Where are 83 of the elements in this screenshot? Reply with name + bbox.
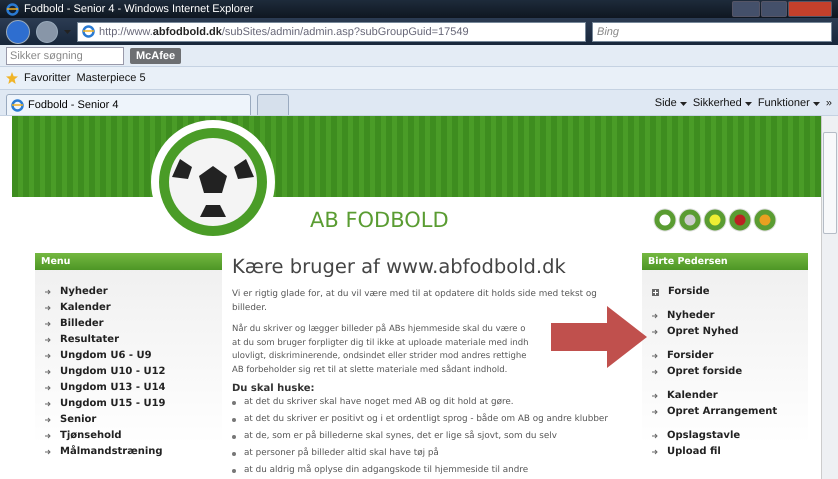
sport-icon[interactable] xyxy=(678,208,702,232)
arrow-icon xyxy=(45,385,51,391)
panel-link[interactable]: Forside xyxy=(652,284,808,300)
browser-icon xyxy=(11,98,24,112)
arrow-icon xyxy=(652,329,658,335)
menu-link[interactable]: Ungdom U6 - U9 xyxy=(45,348,222,364)
sport-icon[interactable] xyxy=(653,208,677,232)
mcafee-button[interactable]: McAfee xyxy=(130,48,182,64)
bullet-item: at det du skriver skal have noget med AB og dit hold at gøre. xyxy=(232,394,632,411)
browser-tab[interactable]: Fodbold - Senior 4 xyxy=(6,94,251,115)
arrow-icon xyxy=(652,353,658,359)
window-title: Fodbold - Senior 4 - Windows Internet Explorer xyxy=(24,3,254,15)
panel-link[interactable]: Opret forside xyxy=(652,364,808,380)
panel-link[interactable]: Opslagstavle xyxy=(652,428,808,444)
sport-icon[interactable] xyxy=(753,208,777,232)
paragraph-line: AB forbeholder sig ret til at slette materiale med sådant indhold. xyxy=(232,364,508,376)
arrow-icon xyxy=(45,289,51,295)
menu-header: Menu xyxy=(35,253,222,270)
arrow-icon xyxy=(652,449,658,455)
arrow-icon xyxy=(45,433,51,439)
bullet-item: at de, som er på billederne skal synes, det er lige så sjovt, som du selv xyxy=(232,428,632,445)
arrow-icon xyxy=(652,409,658,415)
arrow-icon xyxy=(652,393,658,399)
menu-link[interactable]: Senior xyxy=(45,412,222,428)
search-field[interactable]: Sikker søgning xyxy=(6,46,124,64)
arrow-icon xyxy=(45,401,51,407)
menu-link[interactable]: Kalender xyxy=(45,300,222,316)
panel-link[interactable]: Upload fil xyxy=(652,444,808,460)
intro-paragraph: Vi er rigtig glade for, at du vil være med til at opdatere dit holds side med tekst og billeder. xyxy=(232,288,598,314)
panel-link[interactable]: Opret Arrangement xyxy=(652,404,808,420)
panel-header: Birte Pedersen xyxy=(642,253,808,270)
bullet-item: at personer på billeder altid skal have tøj på xyxy=(232,445,632,462)
scrollbar[interactable] xyxy=(821,116,838,479)
panel-link[interactable]: Forsider xyxy=(652,348,808,364)
forward-button[interactable] xyxy=(36,20,58,42)
caret-icon[interactable] xyxy=(680,102,687,106)
arrow-icon xyxy=(45,417,51,423)
command-menu[interactable]: Funktioner xyxy=(758,96,820,108)
arrow-icon xyxy=(45,305,51,311)
menu-link[interactable]: Ungdom U13 - U14 xyxy=(45,380,222,396)
arrow-icon xyxy=(45,337,51,343)
caret-icon[interactable] xyxy=(812,102,820,106)
browser-icon xyxy=(6,2,19,16)
panel-link[interactable]: Nyheder xyxy=(652,308,808,324)
more-button[interactable]: » xyxy=(826,96,832,108)
caret-icon[interactable] xyxy=(744,102,752,106)
plus-icon xyxy=(652,288,659,296)
browser-icon xyxy=(82,25,95,38)
menu-link[interactable]: Nyheder xyxy=(45,284,222,300)
paragraph-line: ulovligt, diskriminerende, ondsindet eller strider mod andres rettighe xyxy=(232,350,528,363)
star-icon xyxy=(6,72,18,84)
back-button[interactable] xyxy=(6,20,30,44)
menu-link[interactable]: Ungdom U15 - U19 xyxy=(45,396,222,412)
arrow-icon xyxy=(45,321,51,327)
sport-icon[interactable] xyxy=(703,208,727,232)
favorites-link[interactable]: Masterpiece 5 xyxy=(76,72,146,84)
bullet-item: at det du skriver er positivt og i et ordentligt sprog - både om AB og andre klubber xyxy=(232,411,632,428)
menu-link[interactable]: Billeder xyxy=(45,316,222,332)
arrow-icon xyxy=(652,369,658,375)
favorites-link[interactable]: Favoritter xyxy=(24,72,70,84)
paragraph-line: at du som bruger forpligter dig til ikke at uploade materiale med indh xyxy=(232,336,530,350)
arrow-icon xyxy=(45,369,51,375)
menu-link[interactable]: Resultater xyxy=(45,332,222,348)
arrow-icon xyxy=(45,353,51,359)
menu-link[interactable]: Målmandstræning xyxy=(45,444,222,460)
arrow-icon xyxy=(45,449,51,455)
sport-icon[interactable] xyxy=(728,208,752,232)
browser-tab[interactable] xyxy=(257,94,289,115)
site-title: AB FODBOLD xyxy=(310,208,450,232)
page-heading: Kære bruger af www.abfodbold.dk xyxy=(232,255,567,278)
arrow-icon xyxy=(652,433,658,439)
bullet-item: at du aldrig må oplyse din adgangskode til hjemmeside til andre xyxy=(232,462,632,479)
command-menu[interactable]: Side xyxy=(654,96,687,108)
address-field[interactable]: http://www.abfodbold.dk/subSites/admin/admin.asp?subGroupGuid=17549 xyxy=(77,22,586,42)
section-heading: Du skal huske: xyxy=(232,383,316,394)
panel-link[interactable]: Kalender xyxy=(652,388,808,404)
menu-link[interactable]: Tjønsehold xyxy=(45,428,222,444)
arrow-icon xyxy=(652,313,658,319)
search-field[interactable]: Bing xyxy=(592,22,832,42)
paragraph-line: Når du skriver og lægger billeder på ABs hjemmeside skal du være o xyxy=(232,323,526,336)
panel-link[interactable]: Opret Nyhed xyxy=(652,324,808,340)
menu-link[interactable]: Ungdom U10 - U12 xyxy=(45,364,222,380)
command-menu[interactable]: Sikkerhed xyxy=(692,96,752,108)
